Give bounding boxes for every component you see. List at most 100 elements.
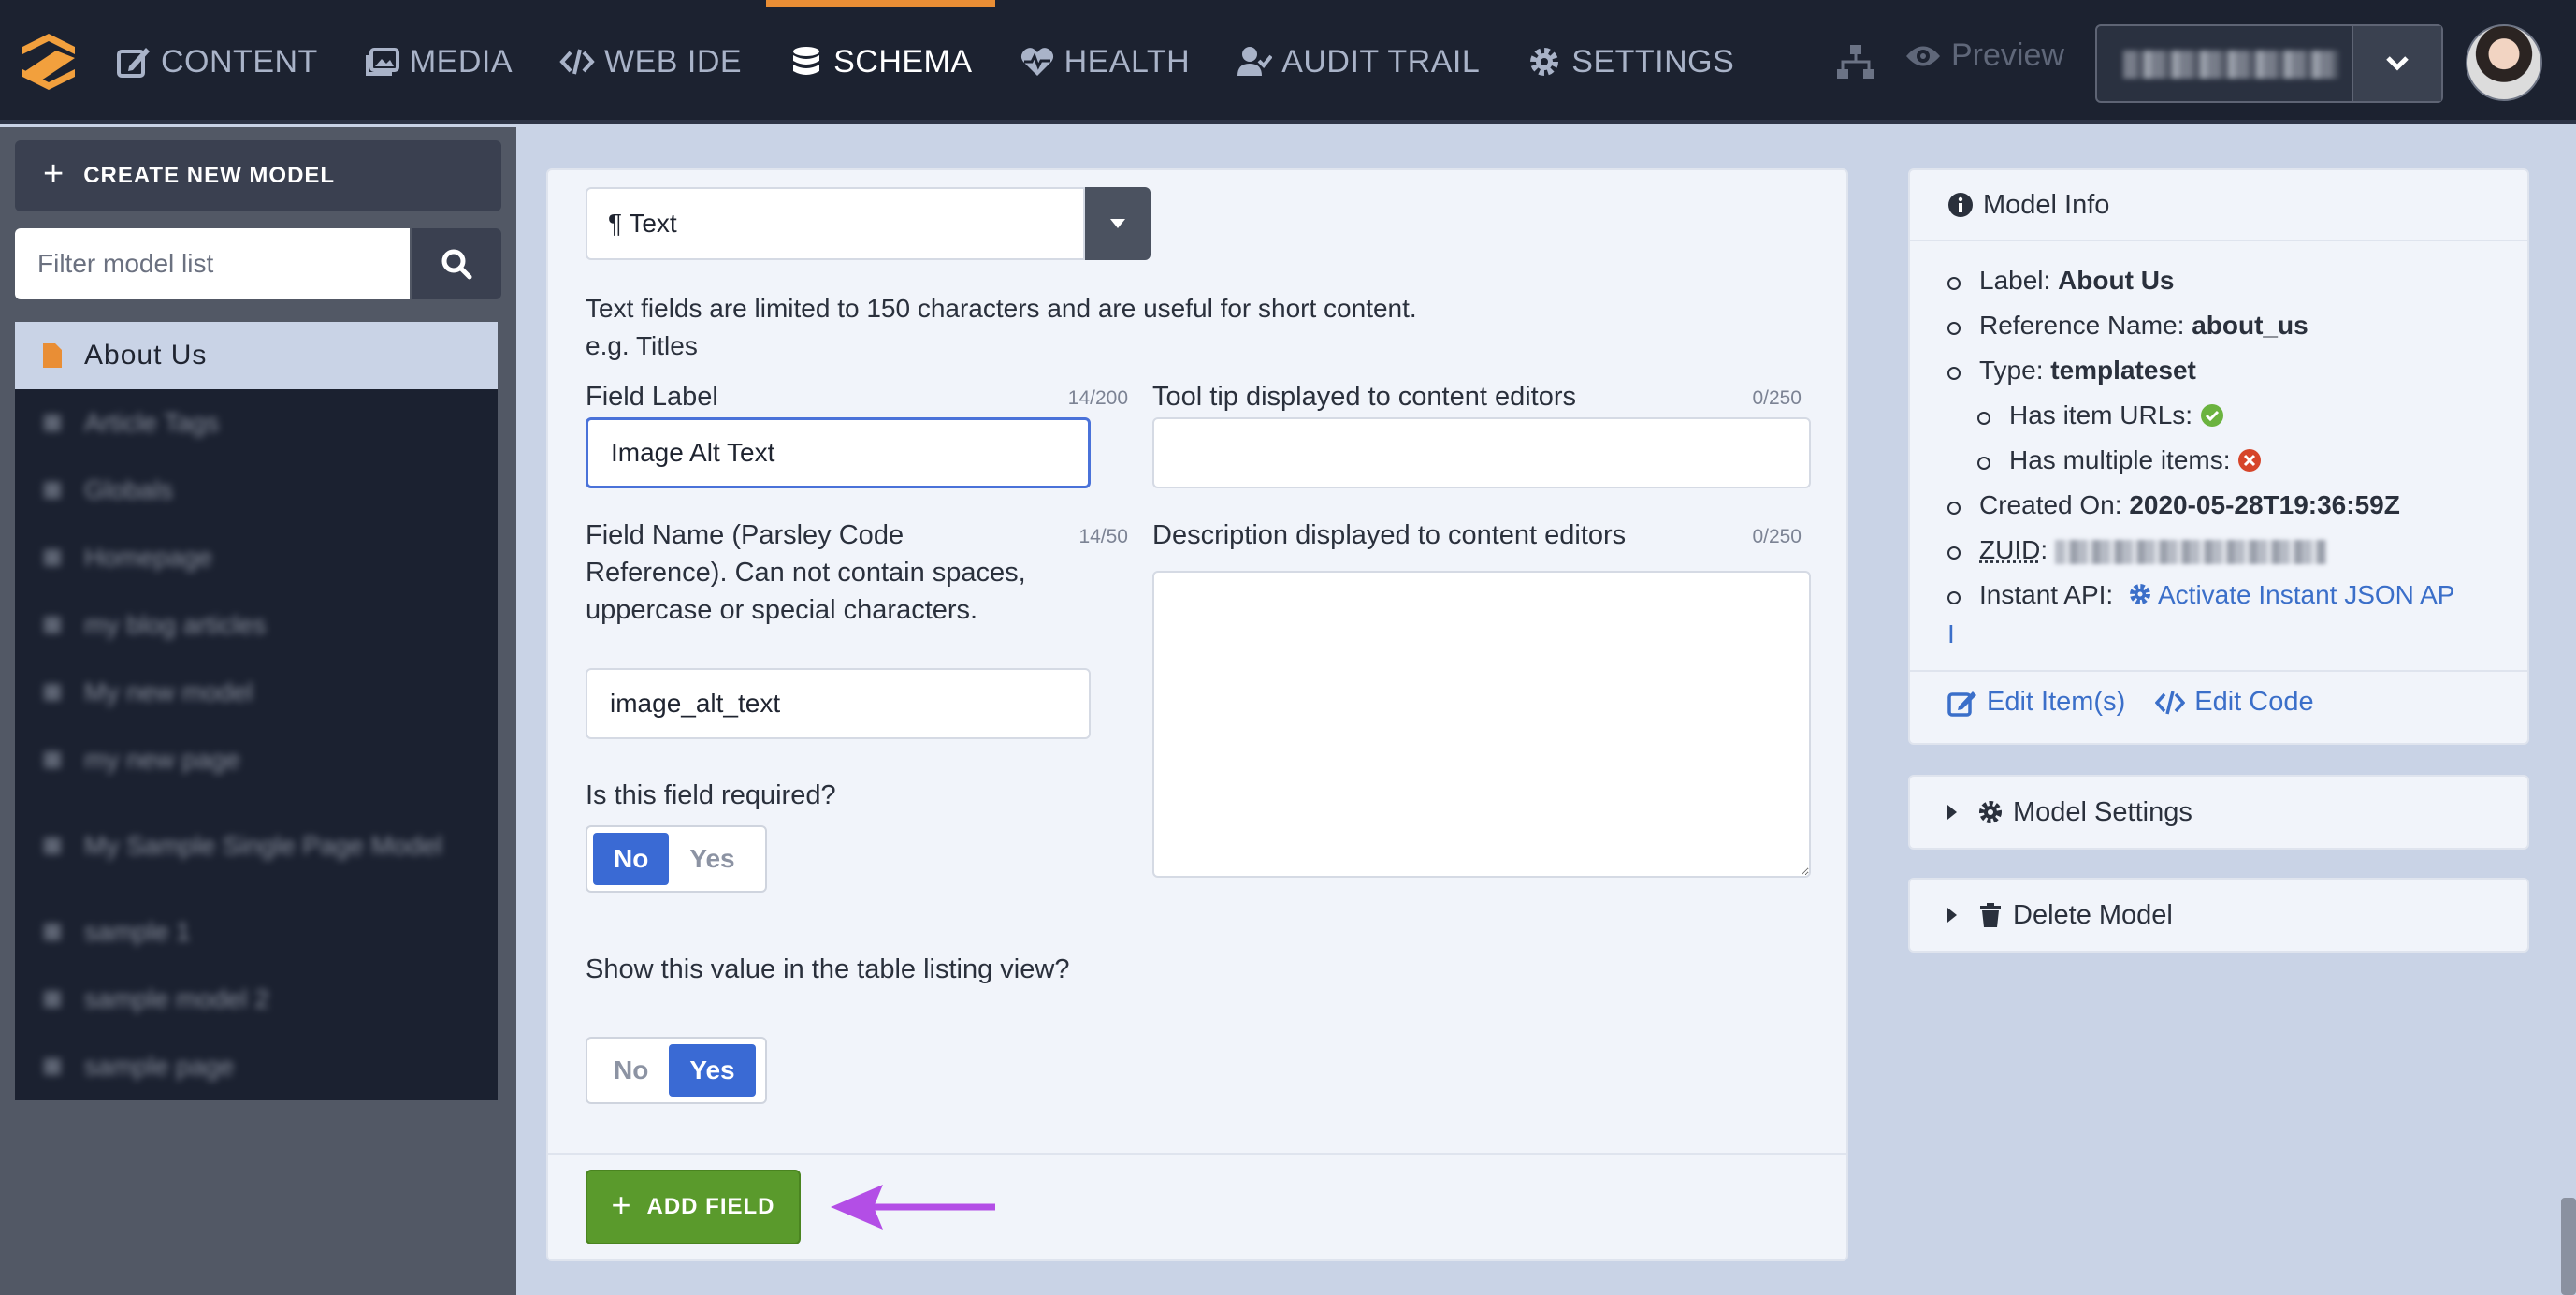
nav-schema[interactable]: SCHEMA (766, 0, 996, 124)
model-info-card: Model Info Label: About Us Reference Nam… (1908, 168, 2529, 745)
reference-name-value: about_us (2192, 311, 2308, 340)
caret-down-icon (1110, 219, 1125, 228)
delete-model-label: Delete Model (2013, 899, 2173, 930)
top-navigation-bar: CONTENT MEDIA WEB IDE SCHEMA HEALTH AUDI… (0, 0, 2576, 124)
file-icon (44, 1058, 61, 1075)
model-settings-card[interactable]: Model Settings (1908, 775, 2529, 850)
instance-selector[interactable] (2095, 24, 2443, 103)
nav-media[interactable]: MEDIA (365, 0, 513, 124)
add-field-label: ADD FIELD (646, 1194, 775, 1219)
model-item[interactable]: Homepage (15, 524, 498, 591)
nav-label: CONTENT (161, 43, 318, 80)
info-circle-icon (1948, 193, 1973, 217)
nav-label: WEB IDE (604, 43, 743, 80)
delete-model-toggle[interactable]: Delete Model (1910, 880, 2527, 951)
field-name-counter: 14/50 (1078, 526, 1128, 547)
field-name-input[interactable] (586, 668, 1091, 739)
gear-icon (1530, 48, 1559, 76)
field-label-counter: 14/200 (1067, 387, 1128, 409)
description-textarea[interactable] (1152, 571, 1811, 878)
filter-model-input[interactable] (15, 228, 410, 299)
required-yes-option[interactable]: Yes (669, 833, 755, 885)
model-item[interactable]: my new page (15, 726, 498, 793)
zesty-logo-icon[interactable] (19, 32, 79, 92)
gear-icon (2129, 584, 2150, 604)
model-item-label: sample page (84, 1052, 235, 1081)
zuid-value-redacted (2054, 539, 2326, 564)
listing-toggle[interactable]: No Yes (586, 1037, 767, 1104)
tooltip-counter: 0/250 (1752, 387, 1802, 409)
field-type-select[interactable]: ¶ Text (586, 187, 1085, 260)
sitemap-icon[interactable] (1835, 43, 1876, 80)
nav-label: SCHEMA (833, 43, 973, 80)
add-field-button[interactable]: + ADD FIELD (586, 1170, 801, 1244)
listing-yes-option[interactable]: Yes (669, 1044, 756, 1097)
required-no-option[interactable]: No (593, 833, 670, 885)
nav-health[interactable]: HEALTH (1020, 0, 1191, 124)
create-new-model-button[interactable]: + CREATE NEW MODEL (15, 140, 501, 211)
nav-content[interactable]: CONTENT (116, 0, 318, 124)
model-settings-label: Model Settings (2013, 796, 2192, 827)
model-item[interactable]: my blog articles (15, 591, 498, 659)
model-item[interactable]: My Sample Single Page Model (15, 793, 498, 898)
model-item[interactable]: sample page (15, 1033, 498, 1100)
plus-icon: + (611, 1186, 632, 1224)
info-has-item-urls: Has item URLs: (1947, 393, 2527, 438)
search-button[interactable] (412, 228, 501, 299)
model-item[interactable]: Article Tags (15, 389, 498, 457)
model-item-label: About Us (84, 340, 208, 371)
page-scrollbar[interactable] (2561, 1198, 2576, 1295)
tooltip-input[interactable] (1152, 417, 1811, 488)
list-icon (44, 751, 61, 768)
nav-settings[interactable]: SETTINGS (1527, 0, 1734, 124)
model-item[interactable]: My new model (15, 659, 498, 726)
annotation-arrow-icon (831, 1185, 995, 1230)
model-item[interactable]: sample 1 (15, 898, 498, 966)
nav-web-ide[interactable]: WEB IDE (559, 0, 742, 124)
description-label: Description displayed to content editors (1152, 520, 1627, 550)
model-item-label: My Sample Single Page Model (84, 831, 442, 860)
model-item-label: my blog articles (84, 610, 267, 639)
model-item[interactable]: Globals (15, 457, 498, 524)
field-type-dropdown-button[interactable] (1085, 187, 1151, 260)
listing-question: Show this value in the table listing vie… (586, 954, 1070, 984)
delete-model-card[interactable]: Delete Model (1908, 878, 2529, 953)
model-info-title: Model Info (1983, 189, 2110, 220)
x-circle-icon (2238, 449, 2262, 472)
field-label-input[interactable] (586, 417, 1091, 488)
description-counter: 0/250 (1752, 526, 1802, 547)
model-item-label: sample 1 (84, 917, 191, 946)
help-example: e.g. Titles (586, 331, 698, 360)
info-zuid: ZUID: (1947, 528, 2527, 573)
edit-code-link[interactable]: Edit Code (2194, 687, 2313, 718)
model-label-value: About Us (2058, 266, 2175, 295)
model-item-about-us[interactable]: About Us (15, 322, 498, 389)
preview-link[interactable]: Preview (1904, 37, 2064, 74)
instance-dropdown-button[interactable] (2352, 26, 2441, 101)
tag-icon (44, 415, 61, 431)
activate-instant-api-text-wrap[interactable]: I (1947, 619, 1955, 649)
tooltip-label: Tool tip displayed to content editors (1152, 382, 1576, 412)
main-nav: CONTENT MEDIA WEB IDE SCHEMA HEALTH AUDI… (116, 0, 1781, 124)
field-label-label: Field Label (586, 382, 718, 412)
model-item[interactable]: sample model 2 (15, 966, 498, 1033)
nav-audit-trail[interactable]: AUDIT TRAIL (1237, 0, 1480, 124)
user-avatar[interactable] (2466, 24, 2542, 101)
required-toggle[interactable]: No Yes (586, 825, 767, 893)
edit-items-link[interactable]: Edit Item(s) (1987, 687, 2125, 718)
listing-no-option[interactable]: No (593, 1044, 669, 1097)
database-icon (793, 47, 820, 75)
list-icon (44, 684, 61, 701)
model-settings-toggle[interactable]: Model Settings (1910, 777, 2527, 848)
images-icon (365, 48, 399, 76)
globe-icon (44, 482, 61, 499)
nav-label: AUDIT TRAIL (1281, 43, 1481, 80)
model-list: About Us Article Tags Globals Homepage m… (15, 322, 498, 1100)
file-icon (43, 343, 62, 368)
eye-icon (1906, 46, 1940, 65)
heartbeat-icon (1020, 48, 1053, 76)
edit-icon (1947, 691, 1976, 717)
activate-instant-api-link[interactable]: Activate Instant JSON AP (2128, 580, 2454, 609)
create-new-model-label: CREATE NEW MODEL (83, 163, 336, 188)
caret-right-icon (1947, 908, 1957, 923)
